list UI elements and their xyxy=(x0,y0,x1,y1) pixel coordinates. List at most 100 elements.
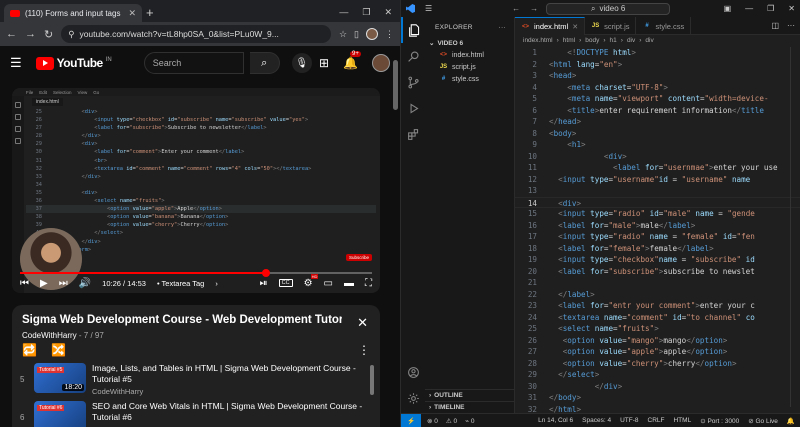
code-line[interactable]: 7 </head> xyxy=(515,116,800,128)
code-line[interactable]: 29 </select> xyxy=(515,369,800,381)
star-icon[interactable]: ☆ xyxy=(339,29,347,40)
code-line[interactable]: 18 <label for="female">female</label> xyxy=(515,243,800,255)
explorer-icon[interactable] xyxy=(401,17,425,43)
tab-close-icon[interactable]: ✕ xyxy=(128,8,136,19)
code-line[interactable]: 13 xyxy=(515,185,800,197)
source-control-icon[interactable] xyxy=(401,69,425,95)
video-thumbnail[interactable]: Tutorial #6 xyxy=(34,401,86,427)
code-line[interactable]: 6 <title>enter requirement information</… xyxy=(515,105,800,117)
sidepanel-icon[interactable]: ▯ xyxy=(354,29,359,40)
breadcrumb-item[interactable]: div xyxy=(645,37,653,44)
code-line[interactable]: 25 <select name="fruits"> xyxy=(515,323,800,335)
breadcrumb-item[interactable]: h1 xyxy=(610,37,617,44)
close-window-button[interactable]: ✕ xyxy=(384,7,392,18)
code-line[interactable]: 4 <meta charset="UTF-8"> xyxy=(515,82,800,94)
video-player[interactable]: File Edit Selection View Go index.html 25 <d… xyxy=(12,88,380,293)
extensions-icon[interactable] xyxy=(401,121,425,147)
file-item-css[interactable]: # style.css xyxy=(425,73,514,85)
remote-indicator-icon[interactable]: ⚡ xyxy=(401,413,421,427)
notifications-bell-icon[interactable]: 🔔 xyxy=(787,417,795,425)
code-line[interactable]: 9 <h1> xyxy=(515,139,800,151)
close-tab-icon[interactable]: ✕ xyxy=(572,23,578,31)
code-line[interactable]: 16 <label for="male">male</label> xyxy=(515,220,800,232)
previous-icon[interactable]: ⏮ xyxy=(20,278,29,289)
new-tab-icon[interactable]: + xyxy=(146,5,154,22)
code-line[interactable]: 11 <label for="usernmae">enter your use xyxy=(515,162,800,174)
code-line[interactable]: 26 <option value="mango">mango</option> xyxy=(515,335,800,347)
miniplayer-icon[interactable]: ▭ xyxy=(324,278,333,289)
code-line[interactable]: 21 xyxy=(515,277,800,289)
code-line[interactable]: 14 <div> xyxy=(515,196,800,208)
autoplay-toggle[interactable]: ⏯ xyxy=(260,278,268,289)
code-line[interactable]: 10 <div> xyxy=(515,151,800,163)
playlist-item[interactable]: 5 Tutorial #5 18:20 Image, Lists, and Ta… xyxy=(20,363,368,399)
timeline-section[interactable]: › TIMELINE xyxy=(425,401,515,413)
ports-count[interactable]: ⌁ 0 xyxy=(465,417,474,425)
close-playlist-icon[interactable]: ✕ xyxy=(357,315,368,331)
code-line[interactable]: 1 <!DOCTYPE html> xyxy=(515,47,800,59)
chrome-menu-icon[interactable]: ⋮ xyxy=(385,29,394,40)
youtube-search-input[interactable]: Search xyxy=(143,52,244,74)
theater-mode-icon[interactable]: ▬ xyxy=(344,278,354,289)
page-scrollbar[interactable] xyxy=(393,60,398,110)
youtube-search-button[interactable]: ⌕ xyxy=(249,52,280,74)
shuffle-icon[interactable]: 🔀 xyxy=(51,343,66,357)
errors-count[interactable]: ⊗ 0 xyxy=(427,417,438,425)
voice-search-button[interactable]: 🎙 xyxy=(291,53,312,73)
code-editor[interactable]: 1 <!DOCTYPE html> 2 <html lang="en"> 3 <head… xyxy=(515,47,800,415)
playlist-item-title[interactable]: Image, Lists, and Tables in HTML | Sigma… xyxy=(92,363,368,385)
hamburger-menu-icon[interactable]: ☰ xyxy=(10,55,22,71)
code-line[interactable]: 5 <meta name="viewport" content="width=d… xyxy=(515,93,800,105)
playlist-channel[interactable]: CodeWithHarry xyxy=(22,331,77,340)
file-item-html[interactable]: <> index.html xyxy=(425,49,514,61)
layout-icon[interactable]: ▣ xyxy=(724,4,732,13)
notifications-button[interactable]: 🔔 9+ xyxy=(343,51,361,70)
chapter-arrow-icon[interactable]: › xyxy=(215,279,218,288)
settings-gear-icon[interactable]: ⚙ xyxy=(304,273,319,289)
profile-avatar[interactable] xyxy=(366,28,378,40)
code-line[interactable]: 12 <input type="username"id = "username"… xyxy=(515,174,800,186)
editor-more-icon[interactable]: ··· xyxy=(787,21,795,30)
live-server-port[interactable]: ⊙ Port : 3000 xyxy=(700,417,739,425)
volume-icon[interactable]: 🔊 xyxy=(79,278,91,289)
youtube-avatar[interactable] xyxy=(372,54,390,72)
code-line[interactable]: 28 <option value="cherry">cherry</option… xyxy=(515,358,800,370)
cursor-position[interactable]: Ln 14, Col 6 xyxy=(538,417,573,425)
progress-bar[interactable] xyxy=(20,269,372,277)
captions-button[interactable]: CC xyxy=(278,279,293,287)
maximize-button[interactable]: ❐ xyxy=(767,4,774,13)
maximize-button[interactable]: ❐ xyxy=(362,7,370,18)
site-info-icon[interactable]: ⚲ xyxy=(68,29,74,40)
editor-scroll-track[interactable] xyxy=(790,47,791,407)
search-icon[interactable] xyxy=(401,43,425,69)
folder-item[interactable]: ⌄ VIDEO 6 xyxy=(425,37,514,49)
create-video-icon[interactable]: ⊞ xyxy=(319,56,329,70)
minimize-button[interactable]: — xyxy=(745,4,753,13)
code-line[interactable]: 3 <head> xyxy=(515,70,800,82)
code-line[interactable]: 15 <input type="radio" id="male" name = … xyxy=(515,208,800,220)
manage-gear-icon[interactable] xyxy=(401,385,425,411)
language-mode[interactable]: HTML xyxy=(673,417,691,425)
run-debug-icon[interactable] xyxy=(401,95,425,121)
play-icon[interactable]: ▶ xyxy=(40,278,48,289)
reload-icon[interactable]: ↻ xyxy=(44,28,53,41)
close-window-button[interactable]: ✕ xyxy=(788,4,795,13)
playlist-item[interactable]: 6 Tutorial #6 SEO and Core Web Vitals in… xyxy=(20,401,368,427)
go-live-button[interactable]: ⊘ Go Live xyxy=(748,417,778,425)
breadcrumb-item[interactable]: html xyxy=(563,37,575,44)
code-line[interactable]: 31 </body> xyxy=(515,392,800,404)
tab-index-html[interactable]: <> index.html ✕ xyxy=(515,17,586,35)
indentation[interactable]: Spaces: 4 xyxy=(582,417,611,425)
back-icon[interactable]: ← xyxy=(6,28,17,40)
code-line[interactable]: 27 <option value="apple">apple</option> xyxy=(515,346,800,358)
outline-section[interactable]: › OUTLINE xyxy=(425,389,515,401)
next-icon[interactable]: ⏭ xyxy=(59,278,68,289)
fullscreen-icon[interactable]: ⛶ xyxy=(365,278,372,289)
loop-icon[interactable]: 🔁 xyxy=(22,343,37,357)
command-center-search[interactable]: ⌕ video 6 xyxy=(546,2,671,15)
breadcrumb-item[interactable]: index.html xyxy=(523,37,553,44)
tab-style-css[interactable]: # style.css xyxy=(636,17,692,35)
file-item-js[interactable]: JS script.js xyxy=(425,61,514,73)
account-icon[interactable] xyxy=(401,359,425,385)
playlist-scrollbar[interactable] xyxy=(370,365,374,395)
